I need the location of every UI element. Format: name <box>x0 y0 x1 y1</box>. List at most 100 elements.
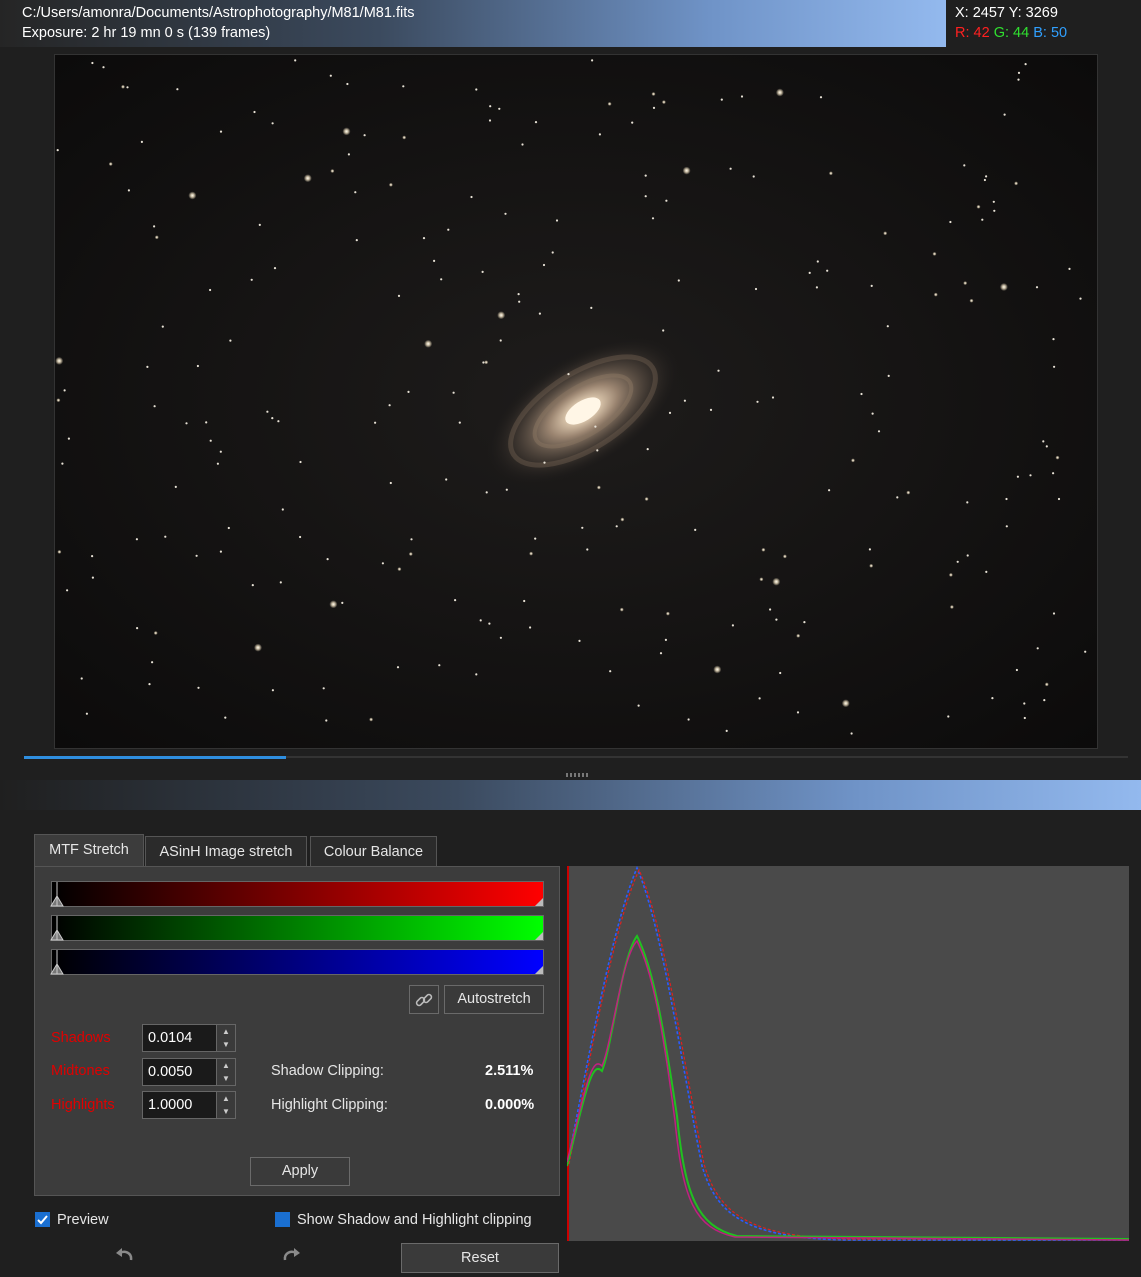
star <box>271 417 274 420</box>
star <box>796 711 800 714</box>
preview-checkbox[interactable] <box>35 1212 50 1227</box>
star <box>121 84 125 89</box>
star <box>1014 181 1019 186</box>
green-highlight-handle[interactable] <box>535 932 543 940</box>
star <box>661 100 666 105</box>
star <box>438 664 441 667</box>
star <box>369 717 374 722</box>
show-clipping-checkbox[interactable] <box>275 1212 290 1227</box>
star <box>637 704 640 707</box>
shadows-up-icon[interactable]: ▲ <box>217 1025 235 1038</box>
star <box>966 554 969 557</box>
star <box>665 199 668 202</box>
histogram-plot <box>566 865 1130 1241</box>
star <box>176 88 179 91</box>
midtones-input[interactable] <box>143 1059 217 1085</box>
star <box>1017 78 1020 81</box>
star <box>949 220 952 224</box>
star <box>644 497 649 501</box>
apply-button[interactable]: Apply <box>250 1157 350 1186</box>
star <box>1084 650 1087 653</box>
star <box>498 107 501 110</box>
red-channel-slider[interactable] <box>50 880 544 908</box>
star <box>161 325 164 328</box>
midtones-down-icon[interactable]: ▼ <box>217 1072 235 1085</box>
reset-button[interactable]: Reset <box>401 1243 559 1273</box>
star <box>620 517 625 522</box>
splitter-handle[interactable] <box>566 773 590 777</box>
star <box>542 263 546 267</box>
star <box>591 59 594 62</box>
highlights-input[interactable] <box>143 1092 217 1118</box>
star <box>127 189 130 192</box>
star <box>484 360 489 365</box>
star <box>126 86 129 89</box>
star <box>709 408 713 411</box>
star <box>976 204 981 209</box>
shadows-down-icon[interactable]: ▼ <box>217 1038 235 1051</box>
star <box>151 661 154 664</box>
star <box>422 237 426 240</box>
star <box>66 589 69 592</box>
blue-highlight-handle[interactable] <box>535 966 543 974</box>
star <box>999 283 1008 291</box>
star <box>355 239 358 242</box>
blue-shadow-handle[interactable] <box>50 948 64 976</box>
star <box>482 361 485 364</box>
star <box>682 166 691 175</box>
cursor-coordinates: X: 2457 Y: 3269 <box>955 5 1058 21</box>
star <box>56 398 61 403</box>
star <box>803 621 806 624</box>
histogram-view[interactable] <box>566 865 1130 1241</box>
red-shadow-handle[interactable] <box>50 880 64 908</box>
star <box>808 271 811 274</box>
midtones-spinbox[interactable]: ▲▼ <box>142 1058 236 1086</box>
image-viewer[interactable] <box>54 54 1098 749</box>
star <box>408 552 413 556</box>
link-channels-button[interactable] <box>409 985 439 1014</box>
tab-colour-balance[interactable]: Colour Balance <box>310 836 437 866</box>
star <box>985 570 988 574</box>
green-shadow-handle[interactable] <box>50 914 64 942</box>
star <box>146 365 149 368</box>
autostretch-button[interactable]: Autostretch <box>444 985 544 1014</box>
star <box>374 421 377 424</box>
tab-asinh-stretch[interactable]: ASinH Image stretch <box>145 836 307 866</box>
star <box>543 461 546 464</box>
star <box>397 567 402 572</box>
green-channel-slider[interactable] <box>50 914 544 942</box>
star <box>454 599 457 602</box>
star <box>828 171 833 176</box>
star <box>1023 716 1026 720</box>
stretch-panel-header <box>0 780 1141 810</box>
star <box>819 96 823 99</box>
star <box>475 673 478 676</box>
star <box>534 537 537 540</box>
star <box>677 279 680 282</box>
star <box>969 298 974 303</box>
red-highlight-handle[interactable] <box>535 898 543 906</box>
star <box>154 235 159 240</box>
star <box>596 485 601 490</box>
shadows-spinbox[interactable]: ▲▼ <box>142 1024 236 1052</box>
tab-mtf-stretch[interactable]: MTF Stretch <box>34 834 144 867</box>
highlights-spinbox[interactable]: ▲▼ <box>142 1091 236 1119</box>
star <box>775 88 784 97</box>
highlights-label: Highlights <box>51 1097 115 1113</box>
midtones-up-icon[interactable]: ▲ <box>217 1059 235 1072</box>
highlights-down-icon[interactable]: ▼ <box>217 1105 235 1118</box>
star <box>196 364 199 368</box>
star <box>651 92 656 96</box>
star <box>1005 525 1008 528</box>
star <box>440 278 443 281</box>
star <box>1052 338 1055 341</box>
highlights-up-icon[interactable]: ▲ <box>217 1092 235 1105</box>
star <box>209 439 212 442</box>
blue-channel-slider[interactable] <box>50 948 544 976</box>
shadows-input[interactable] <box>143 1025 217 1051</box>
star <box>279 581 282 584</box>
star <box>354 191 357 194</box>
redo-icon[interactable] <box>281 1247 301 1265</box>
star <box>91 576 94 579</box>
undo-icon[interactable] <box>115 1247 135 1265</box>
